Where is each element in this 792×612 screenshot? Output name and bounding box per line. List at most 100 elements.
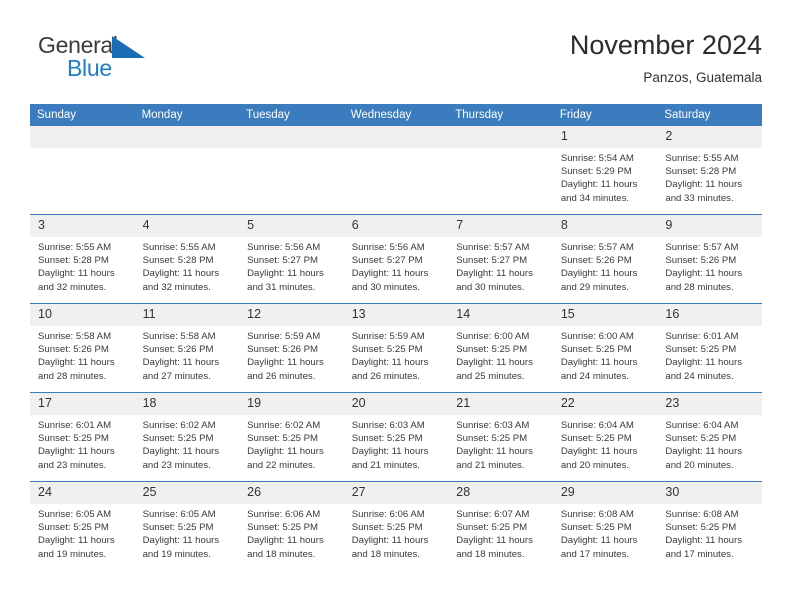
calendar-day-cell[interactable]: 25 Sunrise: 6:05 AM Sunset: 5:25 PM Dayligh…	[134, 481, 240, 570]
calendar-day-cell[interactable]: 16 Sunrise: 6:01 AM Sunset: 5:25 PM Dayligh…	[657, 303, 762, 393]
calendar-day-cell[interactable]: 6 Sunrise: 5:56 AM Sunset: 5:27 PM Daylight…	[343, 214, 449, 304]
day-details: Sunrise: 6:06 AM Sunset: 5:25 PM Daylight:…	[239, 504, 344, 561]
daylight-duration: Daylight: 11 hours and 30 minutes.	[456, 268, 533, 293]
sunset-time: Sunset: 5:28 PM	[142, 255, 214, 267]
calendar-day-cell[interactable]: 17 Sunrise: 6:01 AM Sunset: 5:25 PM Dayligh…	[30, 392, 135, 482]
daylight-duration: Daylight: 11 hours and 18 minutes.	[456, 535, 533, 560]
day-details: Sunrise: 5:59 AM Sunset: 5:25 PM Daylight:…	[344, 326, 449, 383]
calendar-day-cell[interactable]: 9 Sunrise: 5:57 AM Sunset: 5:26 PM Daylight…	[657, 214, 762, 304]
calendar-day-cell[interactable]: 30 Sunrise: 6:08 AM Sunset: 5:25 PM Dayligh…	[657, 481, 762, 570]
day-details: Sunrise: 6:03 AM Sunset: 5:25 PM Daylight:…	[448, 415, 553, 472]
day-details: Sunrise: 6:02 AM Sunset: 5:25 PM Daylight:…	[135, 415, 240, 472]
calendar-day-cell[interactable]: 5 Sunrise: 5:56 AM Sunset: 5:27 PM Daylight…	[239, 214, 344, 304]
sunset-time: Sunset: 5:25 PM	[665, 522, 737, 534]
day-number: 17	[30, 393, 135, 415]
sunset-time: Sunset: 5:25 PM	[456, 433, 528, 445]
sunset-time: Sunset: 5:25 PM	[351, 522, 423, 534]
sunrise-time: Sunrise: 6:01 AM	[38, 420, 112, 431]
sunset-time: Sunset: 5:25 PM	[560, 522, 632, 534]
calendar-day-cell[interactable]	[30, 126, 135, 215]
day-number: 5	[239, 215, 344, 237]
day-details: Sunrise: 6:01 AM Sunset: 5:25 PM Daylight:…	[30, 415, 135, 472]
calendar-day-cell[interactable]	[239, 126, 344, 215]
sunrise-time: Sunrise: 6:02 AM	[247, 420, 321, 431]
day-details: Sunrise: 5:55 AM Sunset: 5:28 PM Daylight:…	[657, 148, 762, 205]
sunset-time: Sunset: 5:25 PM	[560, 433, 632, 445]
calendar-day-cell[interactable]: 12 Sunrise: 5:59 AM Sunset: 5:26 PM Dayligh…	[239, 303, 344, 393]
sunrise-time: Sunrise: 6:04 AM	[665, 420, 739, 431]
day-number: 28	[448, 482, 553, 504]
calendar-day-cell[interactable]: 15 Sunrise: 6:00 AM Sunset: 5:25 PM Dayligh…	[552, 303, 658, 393]
weekday-header-saturday: Saturday	[657, 104, 762, 126]
general-blue-logo[interactable]: General Blue	[38, 32, 168, 90]
calendar-day-cell[interactable]: 22 Sunrise: 6:04 AM Sunset: 5:25 PM Dayligh…	[552, 392, 658, 482]
day-number: 22	[552, 393, 658, 415]
daylight-duration: Daylight: 11 hours and 32 minutes.	[38, 268, 115, 293]
day-number: 18	[134, 393, 240, 415]
sunrise-time: Sunrise: 6:08 AM	[665, 509, 739, 520]
calendar-day-cell[interactable]: 29 Sunrise: 6:08 AM Sunset: 5:25 PM Dayligh…	[552, 481, 658, 570]
calendar-day-cell[interactable]: 3 Sunrise: 5:55 AM Sunset: 5:28 PM Daylight…	[30, 214, 135, 304]
calendar-day-cell[interactable]: 11 Sunrise: 5:58 AM Sunset: 5:26 PM Dayligh…	[134, 303, 240, 393]
sunrise-time: Sunrise: 6:05 AM	[142, 509, 216, 520]
calendar-day-cell[interactable]	[134, 126, 240, 215]
calendar-day-cell[interactable]: 18 Sunrise: 6:02 AM Sunset: 5:25 PM Dayligh…	[134, 392, 240, 482]
calendar-day-cell[interactable]: 19 Sunrise: 6:02 AM Sunset: 5:25 PM Dayligh…	[239, 392, 344, 482]
calendar-day-cell[interactable]: 21 Sunrise: 6:03 AM Sunset: 5:25 PM Dayligh…	[448, 392, 553, 482]
calendar-day-cell[interactable]: 13 Sunrise: 5:59 AM Sunset: 5:25 PM Dayligh…	[343, 303, 449, 393]
calendar-day-cell[interactable]: 27 Sunrise: 6:06 AM Sunset: 5:25 PM Dayligh…	[343, 481, 449, 570]
daylight-duration: Daylight: 11 hours and 17 minutes.	[665, 535, 742, 560]
day-number: 12	[239, 304, 344, 326]
daylight-duration: Daylight: 11 hours and 21 minutes.	[351, 446, 429, 471]
day-details: Sunrise: 6:06 AM Sunset: 5:25 PM Daylight:…	[344, 504, 449, 561]
calendar-day-cell[interactable]: 10 Sunrise: 5:58 AM Sunset: 5:26 PM Dayligh…	[30, 303, 135, 393]
calendar-week-row: 1 Sunrise: 5:54 AM Sunset: 5:29 PM Daylight…	[30, 126, 762, 215]
sunrise-time: Sunrise: 6:00 AM	[456, 331, 530, 342]
calendar-day-cell[interactable]: 23 Sunrise: 6:04 AM Sunset: 5:25 PM Dayligh…	[657, 392, 762, 482]
sunrise-time: Sunrise: 5:57 AM	[665, 242, 739, 253]
day-details: Sunrise: 6:07 AM Sunset: 5:25 PM Daylight:…	[448, 504, 553, 561]
day-details: Sunrise: 6:08 AM Sunset: 5:25 PM Daylight:…	[553, 504, 658, 561]
sunset-time: Sunset: 5:25 PM	[665, 433, 737, 445]
daylight-duration: Daylight: 11 hours and 30 minutes.	[351, 268, 429, 293]
sunrise-time: Sunrise: 6:06 AM	[351, 509, 425, 520]
calendar-day-cell[interactable]: 2 Sunrise: 5:55 AM Sunset: 5:28 PM Daylight…	[657, 126, 762, 215]
daylight-duration: Daylight: 11 hours and 22 minutes.	[247, 446, 324, 471]
day-number: 27	[343, 482, 449, 504]
calendar-week-row: 24 Sunrise: 6:05 AM Sunset: 5:25 PM Dayligh…	[30, 481, 762, 570]
sunset-time: Sunset: 5:27 PM	[351, 255, 423, 267]
calendar-day-cell[interactable]: 20 Sunrise: 6:03 AM Sunset: 5:25 PM Dayligh…	[343, 392, 449, 482]
calendar-day-cell[interactable]: 7 Sunrise: 5:57 AM Sunset: 5:27 PM Daylight…	[448, 214, 553, 304]
sunset-time: Sunset: 5:25 PM	[142, 433, 214, 445]
calendar-day-cell[interactable]: 4 Sunrise: 5:55 AM Sunset: 5:28 PM Daylight…	[134, 214, 240, 304]
sunrise-time: Sunrise: 6:05 AM	[38, 509, 112, 520]
day-details: Sunrise: 6:08 AM Sunset: 5:25 PM Daylight:…	[657, 504, 762, 561]
daylight-duration: Daylight: 11 hours and 28 minutes.	[38, 357, 115, 382]
calendar-day-cell[interactable]: 14 Sunrise: 6:00 AM Sunset: 5:25 PM Dayligh…	[448, 303, 553, 393]
calendar-day-cell[interactable]	[448, 126, 553, 215]
day-number: 3	[30, 215, 135, 237]
daylight-duration: Daylight: 11 hours and 29 minutes.	[560, 268, 638, 293]
sunrise-time: Sunrise: 5:58 AM	[38, 331, 112, 342]
day-details: Sunrise: 5:56 AM Sunset: 5:27 PM Daylight:…	[344, 237, 449, 294]
daylight-duration: Daylight: 11 hours and 18 minutes.	[351, 535, 429, 560]
day-number: 29	[552, 482, 658, 504]
calendar-day-cell[interactable]: 8 Sunrise: 5:57 AM Sunset: 5:26 PM Daylight…	[552, 214, 658, 304]
sunset-time: Sunset: 5:25 PM	[247, 433, 319, 445]
calendar-day-cell[interactable]: 24 Sunrise: 6:05 AM Sunset: 5:25 PM Dayligh…	[30, 481, 135, 570]
calendar-day-cell[interactable]: 1 Sunrise: 5:54 AM Sunset: 5:29 PM Daylight…	[552, 126, 658, 215]
daylight-duration: Daylight: 11 hours and 31 minutes.	[247, 268, 324, 293]
day-number: 8	[552, 215, 658, 237]
day-number: 1	[552, 126, 658, 148]
daylight-duration: Daylight: 11 hours and 20 minutes.	[560, 446, 638, 471]
calendar-week-row: 10 Sunrise: 5:58 AM Sunset: 5:26 PM Dayligh…	[30, 303, 762, 393]
day-number: 2	[657, 126, 762, 148]
daylight-duration: Daylight: 11 hours and 20 minutes.	[665, 446, 742, 471]
calendar-day-cell[interactable]	[343, 126, 449, 215]
calendar-day-cell[interactable]: 26 Sunrise: 6:06 AM Sunset: 5:25 PM Dayligh…	[239, 481, 344, 570]
sunset-time: Sunset: 5:26 PM	[38, 344, 109, 356]
calendar-day-cell[interactable]: 28 Sunrise: 6:07 AM Sunset: 5:25 PM Dayligh…	[448, 481, 553, 570]
daylight-duration: Daylight: 11 hours and 33 minutes.	[665, 179, 742, 204]
page-header: General Blue November 2024 Panzos, Guate…	[30, 28, 762, 94]
sunset-time: Sunset: 5:28 PM	[665, 166, 737, 178]
